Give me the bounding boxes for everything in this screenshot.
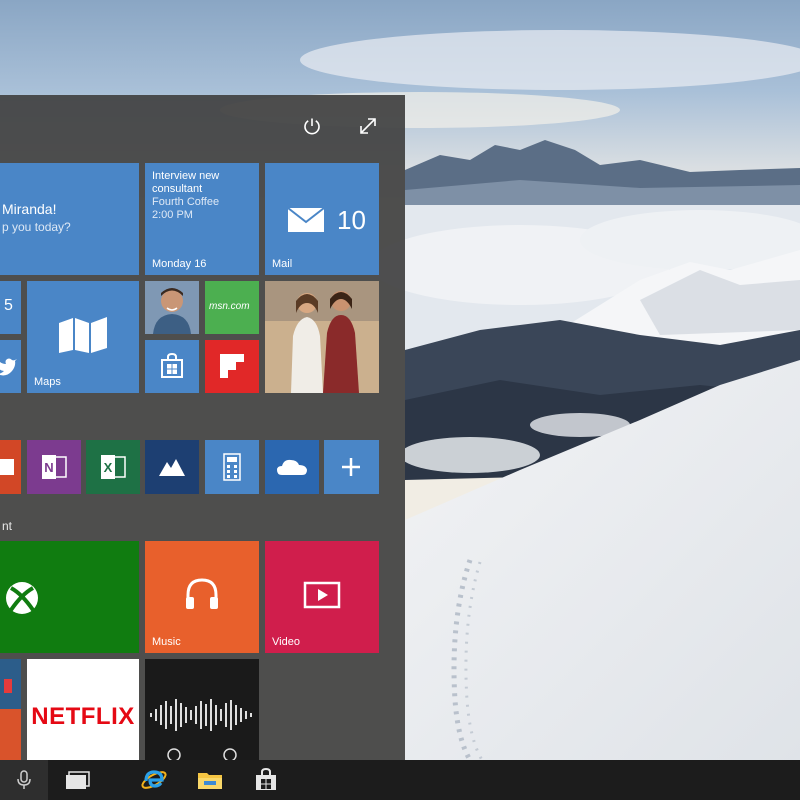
- partial-photo-tile[interactable]: [0, 659, 21, 760]
- mail-icon: [287, 207, 325, 232]
- powerpoint-tile[interactable]: [0, 440, 21, 494]
- xbox-icon: [6, 582, 38, 614]
- calendar-event-time: 2:00 PM: [152, 209, 193, 221]
- people-photo-tile[interactable]: [145, 281, 199, 334]
- video-label: Video: [272, 636, 300, 648]
- excel-icon: X: [101, 455, 126, 479]
- microphone-icon: [17, 770, 31, 789]
- photo-tile: [265, 281, 379, 393]
- expand-button[interactable]: [353, 111, 383, 141]
- onenote-tile[interactable]: N: [27, 440, 81, 494]
- start-menu: Miranda! p you today? Interview new cons…: [0, 95, 405, 760]
- twitter-icon: [0, 358, 17, 376]
- internet-explorer-icon: [141, 770, 167, 789]
- msn-text: msn.com: [209, 301, 250, 312]
- xbox-tile[interactable]: [0, 541, 139, 653]
- flipboard-icon: [220, 354, 244, 378]
- cortana-button[interactable]: [0, 760, 48, 800]
- store-tile[interactable]: [145, 340, 199, 393]
- waveform-icon: [150, 699, 252, 760]
- calendar-event-title-1: Interview new: [152, 170, 220, 182]
- tile-group-header[interactable]: nt: [2, 519, 12, 533]
- svg-text:X: X: [104, 460, 113, 475]
- mail-label: Mail: [272, 258, 293, 270]
- small-tile-twitter[interactable]: [0, 340, 21, 393]
- plus-icon: [342, 458, 360, 476]
- add-tile[interactable]: [324, 440, 379, 494]
- partial-photo: [0, 659, 21, 760]
- small-tile-count: 5: [4, 297, 13, 314]
- calendar-event-title-2: consultant: [152, 183, 203, 195]
- onedrive-tile[interactable]: [265, 440, 319, 494]
- music-tile[interactable]: Music: [145, 541, 259, 653]
- calendar-tile[interactable]: Interview new consultant Fourth Coffee 2…: [145, 163, 259, 275]
- maps-icon: [59, 317, 107, 353]
- people-message: p you today?: [2, 220, 71, 234]
- maps-label: Maps: [34, 376, 61, 388]
- video-tile[interactable]: Video: [265, 541, 379, 653]
- excel-tile[interactable]: X: [86, 440, 140, 494]
- mail-tile[interactable]: 10 Mail: [265, 163, 379, 275]
- sway-tile[interactable]: [145, 440, 199, 494]
- person-photo: [145, 281, 199, 334]
- maps-tile[interactable]: Maps: [27, 281, 139, 393]
- calculator-tile[interactable]: [205, 440, 259, 494]
- store-icon: [161, 353, 183, 378]
- internet-explorer-button[interactable]: [130, 760, 178, 800]
- store-icon: [256, 768, 276, 790]
- netflix-tile[interactable]: NETFLIX: [27, 659, 139, 760]
- small-tile-number[interactable]: 5: [0, 281, 21, 334]
- mountains-icon: [159, 459, 185, 476]
- netflix-logo: NETFLIX: [31, 703, 135, 730]
- file-explorer-button[interactable]: [186, 760, 234, 800]
- power-icon: [304, 118, 320, 135]
- calendar-event-location: Fourth Coffee: [152, 196, 220, 208]
- powerpoint-icon: [0, 459, 14, 475]
- expand-icon: [360, 118, 376, 134]
- store-taskbar-button[interactable]: [242, 760, 290, 800]
- music-label: Music: [152, 636, 181, 648]
- calendar-date: Monday 16: [152, 258, 207, 270]
- msn-tile[interactable]: msn.com: [205, 281, 259, 334]
- onenote-icon: N: [42, 455, 67, 479]
- people-greeting: Miranda!: [2, 201, 57, 217]
- mail-unread-count: 10: [337, 205, 366, 235]
- headphones-icon: [186, 578, 218, 609]
- people-tile[interactable]: Miranda! p you today?: [0, 163, 139, 275]
- audio-tile[interactable]: [145, 659, 259, 760]
- cloud-icon: [277, 459, 307, 475]
- calculator-icon: [223, 453, 241, 481]
- flipboard-tile[interactable]: [205, 340, 259, 393]
- calendar-event: Interview new consultant Fourth Coffee 2…: [152, 170, 259, 222]
- svg-text:N: N: [44, 460, 53, 475]
- file-explorer-icon: [198, 773, 222, 789]
- photos-tile[interactable]: [265, 281, 379, 393]
- taskbar: [0, 760, 800, 800]
- task-view-icon: [66, 771, 90, 789]
- power-button[interactable]: [297, 111, 327, 141]
- task-view-button[interactable]: [54, 760, 102, 800]
- video-icon: [303, 581, 341, 609]
